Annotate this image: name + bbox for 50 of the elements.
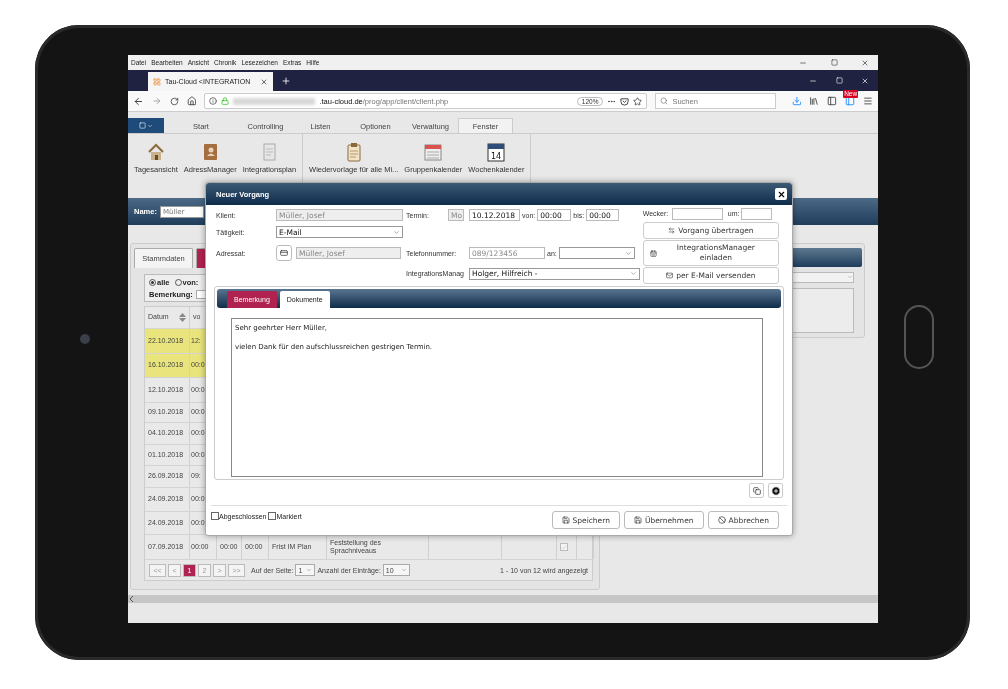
star-icon[interactable] [633,96,643,106]
download-icon[interactable] [791,96,802,106]
lock-icon [221,97,230,105]
home-icon[interactable] [186,96,197,106]
add-button[interactable] [768,483,783,498]
window-icon [139,122,146,129]
new-tab-icon[interactable] [281,75,291,86]
sort-icon [179,313,186,322]
envelope-icon [666,272,674,279]
extension-icon[interactable] [845,96,856,106]
arrows-icon [668,227,676,234]
save-icon [561,516,570,524]
alarm-date-field[interactable] [671,207,723,220]
menu-icon[interactable] [863,96,873,106]
info-icon [209,97,218,105]
select-field[interactable] [791,271,854,283]
chevron-down-icon [630,270,637,277]
close-icon[interactable] [260,77,268,86]
back-icon[interactable] [133,95,144,107]
calendar-icon [649,249,657,257]
chevron-down-icon [400,567,407,573]
camera-dot [80,334,90,344]
library-icon[interactable] [809,96,820,106]
favicon-icon [153,77,161,86]
cancel-icon [717,516,726,524]
chevron-down-icon [847,274,853,281]
home-button-outline [904,305,934,369]
copy-icon [752,486,761,495]
search-icon [660,97,669,105]
chevron-down-icon [306,567,313,573]
contact-card-button[interactable] [276,245,292,261]
card-icon [280,249,288,257]
recipient-select[interactable] [558,247,635,259]
calendar-icon: 14 [486,142,507,162]
sidebar-icon[interactable] [827,96,838,106]
scroll-left-icon[interactable] [130,596,134,602]
chevron-down-icon [147,122,153,129]
chevron-down-icon [624,249,632,257]
app-menu-button[interactable] [128,118,164,133]
pocket-icon[interactable] [620,96,630,106]
list-box [791,287,854,333]
horizontal-scrollbar[interactable] [128,595,878,603]
copy-button[interactable] [749,483,764,498]
plus-circle-icon [770,485,781,496]
save-icon [633,516,642,524]
chevron-down-icon [393,228,400,236]
alarm-time-field[interactable] [741,207,773,220]
calendar-icon [423,142,444,162]
close-button[interactable] [775,188,787,200]
reload-icon[interactable] [169,96,179,106]
